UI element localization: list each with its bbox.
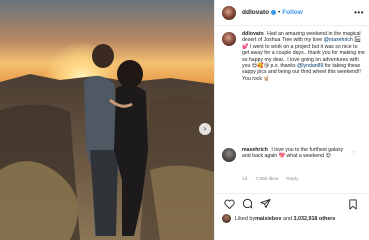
more-options-icon[interactable]: •••	[354, 9, 364, 17]
liked-by-mid: and	[281, 215, 294, 222]
avatar[interactable]	[222, 32, 236, 46]
reply-comment: maxehrich I love you to the furthest gal…	[222, 147, 365, 162]
heart-icon[interactable]	[222, 197, 236, 211]
reply-button[interactable]: Reply	[286, 177, 298, 182]
caption-text: ddlovato Had an amazing weekend in the m…	[242, 31, 365, 82]
separator-dot: •	[278, 9, 281, 16]
save-icon[interactable]	[346, 197, 360, 211]
liked-by: Liked by maisiebov and 3,032,918 others	[222, 214, 335, 223]
mention-link[interactable]: @maxehrich	[324, 37, 353, 43]
avatar[interactable]	[222, 214, 231, 223]
caption: ddlovato Had an amazing weekend in the m…	[222, 31, 365, 82]
verified-badge-icon	[271, 10, 277, 15]
action-bar	[215, 193, 369, 213]
share-icon[interactable]	[258, 197, 272, 211]
liked-by-user[interactable]: maisiebov	[255, 216, 281, 222]
reply-time: 1d	[242, 177, 248, 182]
comment-like-heart-icon[interactable]: ♡	[352, 150, 357, 157]
comment-icon[interactable]	[240, 197, 254, 211]
avatar[interactable]	[222, 5, 236, 20]
liked-by-count[interactable]: 3,032,918 others	[293, 216, 335, 222]
mention-link[interactable]: @lyndan89	[297, 63, 323, 69]
follow-button[interactable]: Follow	[282, 9, 303, 16]
post-username[interactable]: ddlovato	[242, 9, 269, 16]
chevron-right-icon: ›	[203, 124, 207, 133]
post-side-panel: ddlovato • Follow ••• ddlovato Had an am…	[214, 0, 369, 240]
reply-likes[interactable]: 7,095 likes	[255, 177, 278, 182]
reply-text: maxehrich I love you to the furthest gal…	[242, 147, 352, 162]
liked-by-prefix: Liked by	[235, 215, 256, 222]
next-photo-button[interactable]: ›	[199, 123, 211, 135]
avatar[interactable]	[222, 148, 236, 162]
post-photo: ›	[0, 0, 214, 240]
reply-meta: 1d 7,095 likes Reply	[242, 177, 299, 182]
post-header: ddlovato • Follow •••	[215, 0, 369, 26]
photo-scene	[0, 0, 214, 240]
